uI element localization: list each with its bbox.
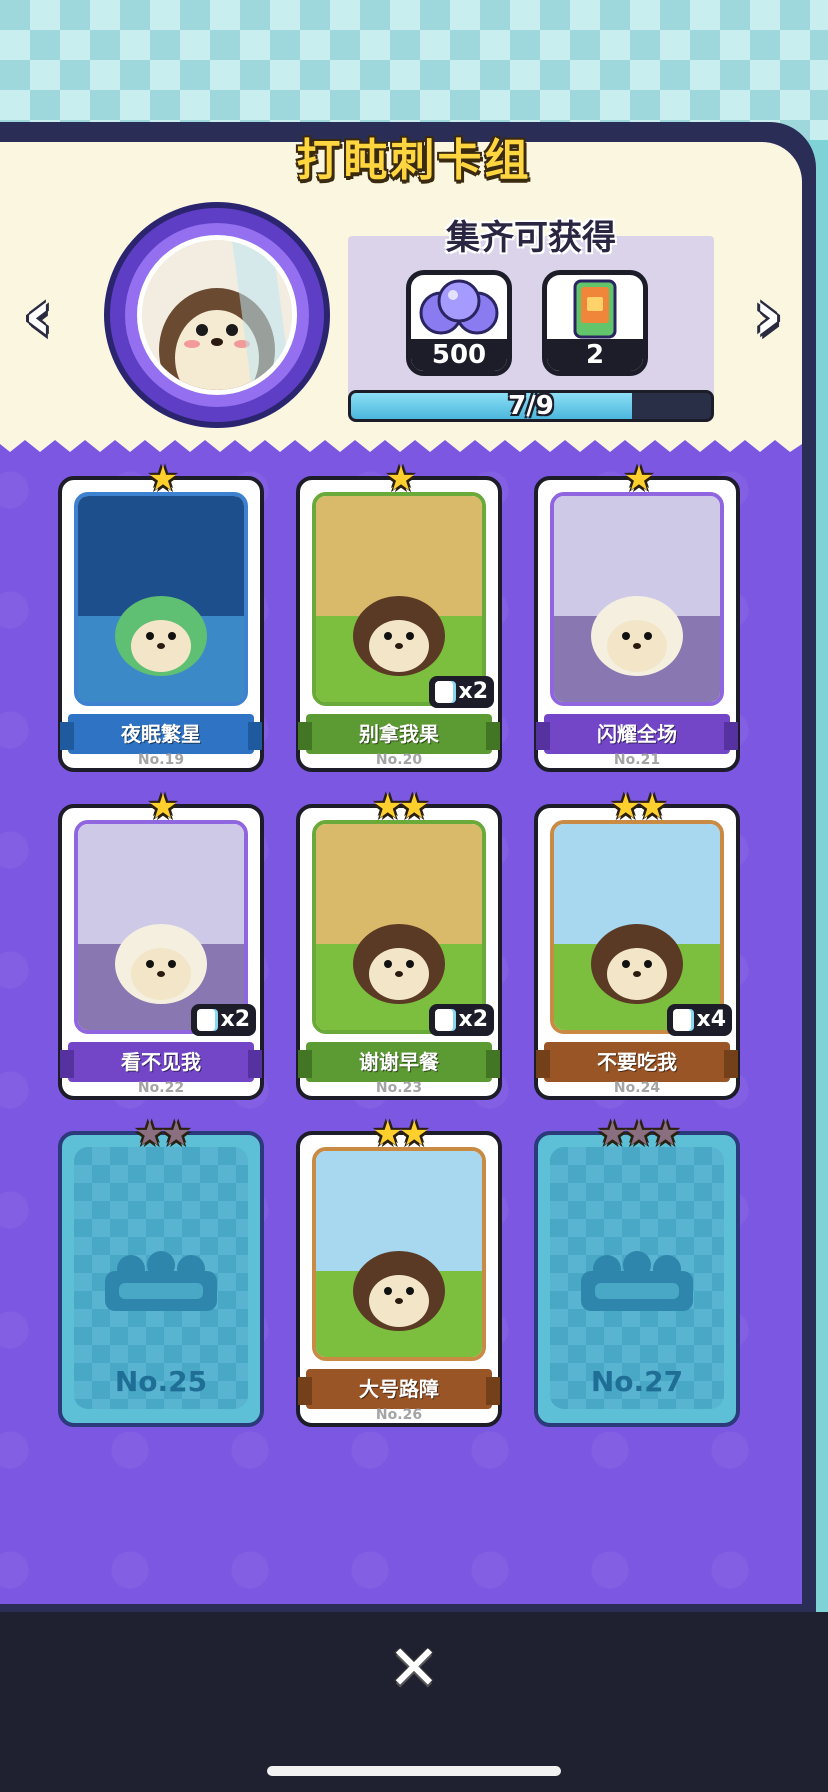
card-title: 不要吃我 (536, 1042, 738, 1082)
next-set-button[interactable]: › (740, 280, 796, 350)
duplicate-count-badge: x4 (666, 1004, 732, 1036)
card-title: 别拿我果 (298, 714, 500, 754)
card-number: No.27 (590, 1365, 684, 1398)
card-stars: ★★★ (538, 1117, 736, 1151)
star-icon: ★ (399, 1114, 430, 1154)
card-pack-icon (573, 279, 617, 339)
card-artwork (550, 820, 724, 1034)
card-5[interactable]: 谢谢早餐 No.23 x2 ★★ (296, 790, 502, 1100)
hedgehog-art-icon (554, 496, 720, 702)
card-7[interactable]: No.25 ★★ (58, 1117, 264, 1427)
purple-coins-icon (419, 279, 499, 335)
home-indicator (267, 1766, 561, 1776)
card-artwork (312, 820, 486, 1034)
close-button[interactable]: ✕ (382, 1636, 446, 1700)
star-icon: ★ (372, 787, 404, 827)
card-stars: ★ (62, 462, 260, 496)
reward-box (348, 236, 714, 402)
close-icon: ✕ (388, 1631, 440, 1704)
card-artwork (74, 820, 248, 1034)
duplicate-count-badge: x2 (428, 1004, 494, 1036)
card-artwork (74, 492, 248, 706)
hedgehog-portrait-icon (137, 235, 297, 395)
reward-pack-count: 2 (547, 339, 643, 371)
card-stars: ★★ (300, 790, 498, 824)
star-icon: ★ (147, 459, 179, 499)
card-2[interactable]: 别拿我果 No.20 x2 ★ (296, 462, 502, 772)
star-icon: ★ (597, 1114, 628, 1154)
card-1[interactable]: 夜眠繁星 No.19 ★ (58, 462, 264, 772)
chevron-left-icon: ‹ (23, 274, 53, 356)
card-artwork (550, 492, 724, 706)
duplicate-count-badge: x2 (428, 676, 494, 708)
locked-card-back: No.27 (550, 1147, 724, 1409)
star-icon: ★ (385, 459, 417, 499)
card-4[interactable]: 看不见我 No.22 x2 ★ (58, 790, 264, 1100)
card-number: No.26 (375, 1407, 423, 1423)
card-title: 闪耀全场 (536, 714, 738, 754)
hedgehog-art-icon (316, 1151, 482, 1357)
hedgehog-art-icon (78, 496, 244, 702)
card-title: 看不见我 (60, 1042, 262, 1082)
duplicate-count-badge: x2 (190, 1004, 256, 1036)
locked-card-back: No.25 (74, 1147, 248, 1409)
star-icon: ★ (650, 1114, 681, 1154)
card-stars: ★ (300, 462, 498, 496)
card-artwork (312, 1147, 486, 1361)
card-stars: ★ (62, 790, 260, 824)
card-stars: ★★ (538, 790, 736, 824)
reward-coins-count: 500 (411, 339, 507, 371)
reward-heading: 集齐可获得 (446, 218, 616, 258)
card-number: No.25 (114, 1365, 208, 1398)
card-title: 谢谢早餐 (298, 1042, 500, 1082)
card-number: No.24 (613, 1080, 661, 1096)
set-avatar (110, 208, 324, 422)
game-logo-icon (581, 1251, 693, 1311)
hedgehog-art-icon (316, 496, 482, 702)
card-stars: ★★ (62, 1117, 260, 1151)
star-icon: ★ (372, 1114, 404, 1154)
star-icon: ★ (147, 787, 179, 827)
star-icon: ★ (623, 1114, 655, 1154)
card-stars: ★ (538, 462, 736, 496)
card-number: No.21 (613, 752, 661, 768)
star-icon: ★ (610, 787, 642, 827)
card-number: No.23 (375, 1080, 423, 1096)
star-icon: ★ (161, 1114, 192, 1154)
card-stars: ★★ (300, 1117, 498, 1151)
card-title: 夜眠繁星 (60, 714, 262, 754)
progress-text: 7/9 (508, 391, 554, 421)
card-8[interactable]: 大号路障 No.26 ★★ (296, 1117, 502, 1427)
card-number: No.19 (137, 752, 185, 768)
page-title: 打盹刺卡组 (296, 135, 532, 186)
star-icon: ★ (637, 787, 668, 827)
card-6[interactable]: 不要吃我 No.24 x4 ★★ (534, 790, 740, 1100)
star-icon: ★ (399, 787, 430, 827)
card-artwork (312, 492, 486, 706)
collection-progress-bar: 7/9 (348, 390, 714, 422)
game-logo-icon (105, 1251, 217, 1311)
reward-card-pack[interactable]: 2 (542, 270, 648, 376)
card-3[interactable]: 闪耀全场 No.21 ★ (534, 462, 740, 772)
hedgehog-art-icon (316, 824, 482, 1030)
star-icon: ★ (134, 1114, 166, 1154)
card-title: 大号路障 (298, 1369, 500, 1409)
hedgehog-art-icon (554, 824, 720, 1030)
prev-set-button[interactable]: ‹ (10, 280, 66, 350)
checker-background (0, 0, 828, 140)
card-9[interactable]: No.27 ★★★ (534, 1117, 740, 1427)
star-icon: ★ (623, 459, 655, 499)
card-number: No.22 (137, 1080, 185, 1096)
card-number: No.20 (375, 752, 423, 768)
reward-coins[interactable]: 500 (406, 270, 512, 376)
hedgehog-art-icon (78, 824, 244, 1030)
chevron-right-icon: › (753, 274, 783, 356)
